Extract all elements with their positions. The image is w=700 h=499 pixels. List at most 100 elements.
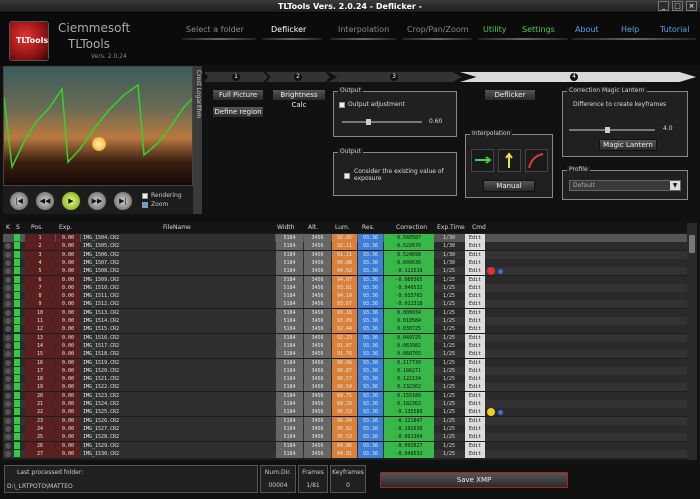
- edit-button[interactable]: Edit: [465, 358, 485, 367]
- close-button[interactable]: ×: [686, 1, 697, 11]
- edit-button[interactable]: Edit: [465, 267, 485, 276]
- edit-button[interactable]: Edit: [465, 424, 485, 433]
- table-row[interactable]: 4 0.00 IMG_1507.CR2 5184 3456 90.88 93.36 0.609…: [3, 258, 687, 267]
- save-xmp-button[interactable]: Save XMP: [380, 472, 568, 488]
- magic-lantern-button[interactable]: Magic Lantern: [599, 139, 657, 151]
- keyframe-indicator-icon[interactable]: [5, 268, 11, 275]
- table-row[interactable]: 25 0.00 IMG_1528.CR2 5184 3456 95.53 93.36 -0.0…: [3, 433, 687, 442]
- edit-button[interactable]: Edit: [465, 317, 485, 325]
- rewind-icon[interactable]: ◀◀: [35, 191, 55, 211]
- table-row[interactable]: 9 0.00 IMG_1512.CR2 5184 3456 93.67 93.36 -0.01…: [3, 300, 687, 309]
- skip-start-icon[interactable]: |◀: [9, 191, 29, 211]
- table-row[interactable]: 11 0.00 IMG_1514.CR2 5184 3456 93.09 93.36 0.01…: [3, 317, 687, 325]
- nav-tutorial[interactable]: Tutorial: [660, 25, 689, 37]
- table-row[interactable]: 15 0.00 IMG_1518.CR2 5184 3456 91.76 93.36 0.06…: [3, 350, 687, 359]
- header-width[interactable]: Width: [277, 224, 294, 231]
- skip-end-icon[interactable]: ▶|: [113, 191, 133, 211]
- header-cmd[interactable]: Cmd: [472, 224, 486, 231]
- zoom-checkbox[interactable]: [142, 202, 148, 208]
- up-interp-icon[interactable]: [498, 149, 521, 172]
- table-row[interactable]: 18 0.00 IMG_1521.CR2 5184 3456 90.57 93.36 0.12…: [3, 375, 687, 384]
- edit-button[interactable]: Edit: [465, 383, 485, 392]
- keyframe-indicator-icon[interactable]: [5, 425, 11, 432]
- keyframe-indicator-icon[interactable]: [5, 367, 11, 374]
- table-row[interactable]: 5 0.00 IMG_1508.CR2 5184 3456 94.02 93.36 -0.11…: [3, 267, 687, 276]
- table-row[interactable]: 12 0.00 IMG_1515.CR2 5184 3456 92.44 93.36 0.03…: [3, 325, 687, 334]
- keyframe-indicator-icon[interactable]: [5, 334, 11, 341]
- keyframe-indicator-icon[interactable]: [5, 251, 11, 258]
- linear-interp-icon[interactable]: [471, 149, 494, 172]
- table-row[interactable]: 24 0.00 IMG_1527.CR2 5184 3456 95.82 93.36 -0.1…: [3, 424, 687, 433]
- edit-button[interactable]: Edit: [465, 408, 485, 417]
- keyframe-indicator-icon[interactable]: [5, 442, 11, 449]
- nav-deflicker[interactable]: Deflicker: [271, 25, 306, 37]
- keyframe-indicator-icon[interactable]: [5, 284, 11, 291]
- edit-button[interactable]: Edit: [465, 366, 485, 375]
- table-row[interactable]: 10 0.00 IMG_1513.CR2 5184 3456 93.16 93.36 0.00…: [3, 308, 687, 317]
- full-picture-button[interactable]: Full Picture: [212, 89, 264, 101]
- output-slider-track[interactable]: [342, 121, 422, 123]
- edit-button[interactable]: Edit: [465, 308, 485, 317]
- header-correction[interactable]: Correction: [396, 224, 427, 231]
- keyframe-indicator-icon[interactable]: [5, 293, 11, 300]
- edit-button[interactable]: Edit: [465, 275, 485, 284]
- keyframe-indicator-icon[interactable]: [5, 359, 11, 366]
- table-row[interactable]: 20 0.00 IMG_1523.CR2 5184 3456 89.75 93.36 0.15…: [3, 391, 687, 400]
- edit-button[interactable]: Edit: [465, 341, 485, 350]
- header-res[interactable]: Res.: [362, 224, 375, 231]
- edit-button[interactable]: Edit: [465, 441, 485, 450]
- header-pos[interactable]: Pos.: [31, 224, 43, 231]
- keyframe-indicator-icon[interactable]: [5, 259, 11, 266]
- edit-button[interactable]: Edit: [465, 416, 485, 425]
- keyframe-indicator-icon[interactable]: [5, 384, 11, 391]
- edit-button[interactable]: Edit: [465, 433, 485, 442]
- edit-button[interactable]: Edit: [465, 400, 485, 408]
- edit-button[interactable]: Edit: [465, 292, 485, 301]
- keyframe-indicator-icon[interactable]: [5, 243, 11, 250]
- keyframe-indicator-icon[interactable]: [5, 309, 11, 316]
- difference-slider-track[interactable]: [569, 129, 655, 131]
- keyframe-indicator-icon[interactable]: [5, 401, 11, 407]
- table-row[interactable]: 23 0.00 IMG_1526.CR2 5184 3456 96.04 93.36 -0.1…: [3, 416, 687, 425]
- nav-settings[interactable]: Settings: [522, 25, 555, 37]
- side-tab[interactable]: Crest Logarithm: [193, 66, 202, 214]
- edit-button[interactable]: Edit: [465, 375, 485, 384]
- keyframe-indicator-icon[interactable]: [5, 450, 11, 457]
- edit-button[interactable]: Edit: [465, 250, 485, 259]
- keyframe-indicator-icon[interactable]: [5, 276, 11, 283]
- table-row[interactable]: 6 0.00 IMG_1509.CR2 5184 3456 94.07 93.36 -0.08…: [3, 275, 687, 284]
- table-row[interactable]: 3 0.00 IMG_1506.CR2 5184 3456 91.11 93.36 0.524…: [3, 250, 687, 259]
- video-preview[interactable]: [3, 66, 193, 186]
- scrollbar-thumb[interactable]: [689, 235, 695, 253]
- table-row[interactable]: 21 0.00 IMG_1524.CR2 5184 3456 89.29 93.36 0.18…: [3, 400, 687, 408]
- nav-interpolation[interactable]: Interpolation: [338, 25, 389, 37]
- keyframe-indicator-icon[interactable]: [5, 326, 11, 333]
- keyframe-indicator-icon[interactable]: [5, 235, 11, 241]
- table-row[interactable]: 16 0.00 IMG_1519.CR2 5184 3456 90.66 93.36 0.11…: [3, 358, 687, 367]
- header-exptime[interactable]: Exp.Time: [437, 224, 465, 231]
- keyframe-indicator-icon[interactable]: [5, 318, 11, 324]
- edit-button[interactable]: Edit: [465, 283, 485, 292]
- edit-button[interactable]: Edit: [465, 325, 485, 334]
- table-row[interactable]: 27 0.00 IMG_1530.CR2 5184 3456 94.01 93.36 -0.0…: [3, 449, 687, 458]
- table-row[interactable]: 8 0.00 IMG_1511.CR2 5184 3456 94.19 93.36 -0.03…: [3, 292, 687, 301]
- table-row[interactable]: 19 0.00 IMG_1522.CR2 5184 3456 90.54 93.36 0.13…: [3, 383, 687, 392]
- edit-button[interactable]: Edit: [465, 333, 485, 342]
- table-row[interactable]: 22 0.00 IMG_1525.CR2 5184 3456 96.53 93.36 -0.1…: [3, 408, 687, 417]
- table-scrollbar[interactable]: [687, 223, 697, 460]
- fast-forward-icon[interactable]: ▶▶: [87, 191, 107, 211]
- deflicker-button[interactable]: Deflicker: [484, 89, 536, 101]
- keyframe-indicator-icon[interactable]: [5, 392, 11, 399]
- maximize-button[interactable]: □: [672, 1, 683, 11]
- edit-button[interactable]: Edit: [465, 242, 485, 251]
- header-s[interactable]: S: [16, 224, 20, 231]
- nav-select-folder[interactable]: Select a folder: [186, 25, 244, 37]
- table-row[interactable]: 1 0.00 IMG_1504.CR2 5184 3456 92.85 93.36 0.560…: [3, 234, 687, 242]
- define-region-button[interactable]: Define region: [212, 106, 264, 118]
- brightness-calc-button[interactable]: Brightness Calc: [272, 89, 326, 109]
- difference-slider-thumb[interactable]: [605, 127, 611, 133]
- header-k[interactable]: K: [6, 224, 10, 231]
- edit-button[interactable]: Edit: [465, 350, 485, 359]
- play-icon[interactable]: ▶: [61, 191, 81, 211]
- header-filename[interactable]: FileName: [163, 224, 191, 231]
